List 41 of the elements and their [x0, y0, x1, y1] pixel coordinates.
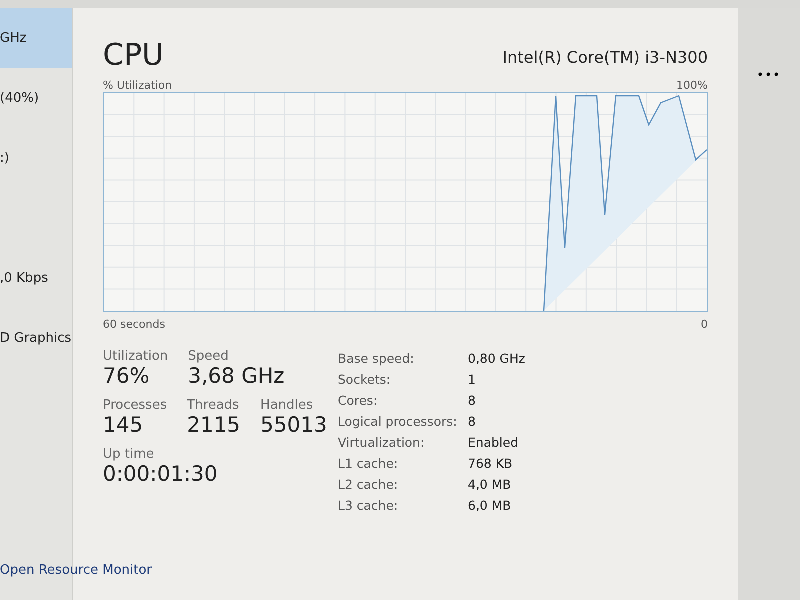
detail-label: Base speed: [338, 351, 416, 366]
panel-title: CPU [103, 38, 164, 73]
stat-label: Threads [187, 398, 240, 413]
detail-value: 1 [468, 372, 477, 387]
stat-value: 55013 [260, 413, 328, 437]
stat-label: Utilization [103, 349, 168, 364]
detail-value: 6,0 MB [468, 498, 512, 513]
axis-label: 100% [676, 79, 708, 92]
stat-value: 145 [103, 413, 144, 437]
sidebar-item[interactable]: ,0 Kbps [0, 248, 72, 308]
detail-label: L2 cache: [338, 477, 400, 492]
stat-value: 0:00:01:30 [103, 462, 219, 486]
stat-label: Speed [188, 349, 230, 364]
stat-label: Processes [103, 398, 168, 413]
detail-value: 0,80 GHz [468, 351, 526, 366]
detail-value: Enabled [468, 435, 520, 450]
sidebar-item[interactable]: :) [0, 128, 72, 188]
detail-value: 8 [468, 393, 477, 408]
more-button[interactable]: ••• [756, 68, 782, 82]
stat-label: Up time [103, 447, 156, 462]
sidebar-item[interactable]: GHz [0, 8, 72, 68]
detail-value: 8 [468, 414, 477, 429]
axis-label: 0 [701, 318, 708, 331]
processor-name: Intel(R) Core(TM) i3-N300 [502, 48, 708, 69]
detail-label: Virtualization: [338, 435, 426, 450]
stat-value: 2115 [187, 413, 241, 437]
detail-label: L1 cache: [338, 456, 400, 471]
sidebar-item[interactable]: D Graphics [0, 308, 72, 368]
detail-value: 4,0 MB [468, 477, 512, 492]
stat-value: 76% [103, 364, 151, 388]
resource-monitor-link[interactable]: Open Resource Monitor [0, 563, 152, 578]
sidebar-item[interactable]: (40%) [0, 68, 72, 128]
stat-label: Handles [260, 398, 314, 413]
detail-label: Logical processors: [338, 414, 458, 429]
detail-value: 768 KB [468, 456, 514, 471]
detail-label: L3 cache: [338, 498, 400, 513]
stat-value: 3,68 GHz [188, 364, 285, 388]
axis-label: 60 seconds [103, 318, 166, 331]
detail-label: Sockets: [338, 372, 392, 387]
detail-label: Cores: [338, 393, 379, 408]
axis-label: % Utilization [103, 79, 172, 92]
